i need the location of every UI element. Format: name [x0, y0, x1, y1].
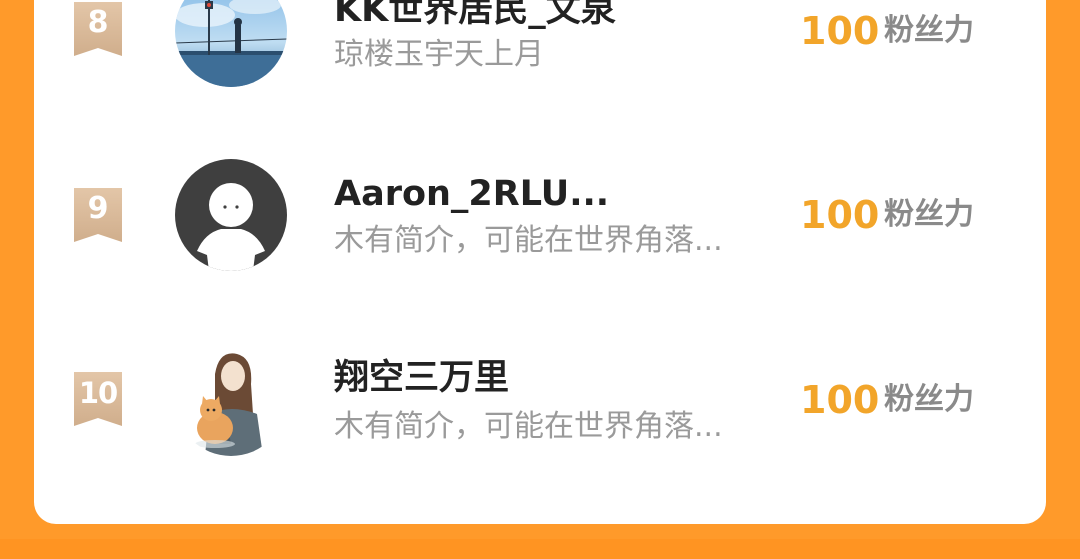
anime-scenery-avatar-icon [175, 0, 287, 87]
fan-power-label: 粉丝力 [884, 197, 974, 232]
fan-power-score: 100 [800, 378, 880, 422]
default-user-avatar-icon [175, 159, 287, 271]
user-name[interactable]: KK世界居民_文泉 [334, 0, 616, 32]
rank-number: 8 [87, 5, 109, 40]
ranking-row[interactable]: 10 翔空三万里 木有简介，可能在世界角落... 100 粉丝力 [0, 342, 1080, 462]
ranking-row[interactable]: 8 KK世界居民_文泉 琼楼玉宇天上月 100 粉丝力 [0, 0, 1080, 120]
user-bio: 木有简介，可能在世界角落... [334, 409, 723, 444]
bottom-strip [0, 539, 1080, 559]
fan-power-label: 粉丝力 [884, 13, 974, 48]
user-bio: 木有简介，可能在世界角落... [334, 223, 723, 258]
user-name[interactable]: Aaron_2RLU... [334, 172, 609, 216]
avatar[interactable] [175, 159, 287, 271]
avatar[interactable] [175, 344, 287, 456]
fan-power-score: 100 [800, 9, 880, 53]
fan-power-label: 粉丝力 [884, 382, 974, 417]
fan-power-score: 100 [800, 193, 880, 237]
rank-badge: 9 [72, 188, 124, 244]
rank-number: 9 [87, 191, 109, 226]
rank-badge: 10 [72, 372, 124, 428]
girl-with-cat-avatar-icon [175, 344, 287, 456]
rank-number: 10 [78, 376, 118, 410]
user-bio: 琼楼玉宇天上月 [334, 37, 544, 72]
user-name[interactable]: 翔空三万里 [334, 356, 509, 400]
ranking-row[interactable]: 9 Aaron_2RLU... 木有简介，可能在世界角落... 100 粉丝力 [0, 156, 1080, 276]
avatar[interactable] [175, 0, 287, 87]
rank-badge: 8 [72, 2, 124, 58]
